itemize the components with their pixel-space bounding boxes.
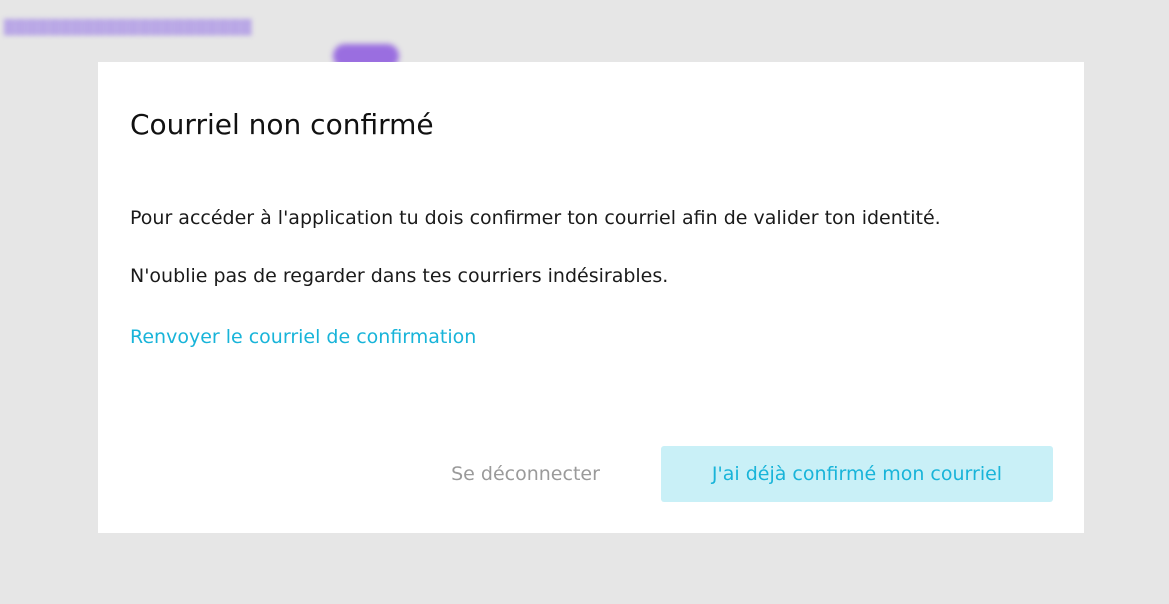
dialog-title: Courriel non confirmé <box>130 108 434 141</box>
already-confirmed-button[interactable]: J'ai déjà confirmé mon courriel <box>661 446 1053 502</box>
blurred-background-content: ██████████████████████ <box>4 20 252 36</box>
email-unconfirmed-dialog: Courriel non confirmé Pour accéder à l'a… <box>98 62 1084 533</box>
logout-button[interactable]: Se déconnecter <box>418 446 633 502</box>
dialog-message-confirm: Pour accéder à l'application tu dois con… <box>130 207 941 229</box>
dialog-message-spam: N'oublie pas de regarder dans tes courri… <box>130 265 669 287</box>
resend-confirmation-link[interactable]: Renvoyer le courriel de confirmation <box>130 326 476 348</box>
